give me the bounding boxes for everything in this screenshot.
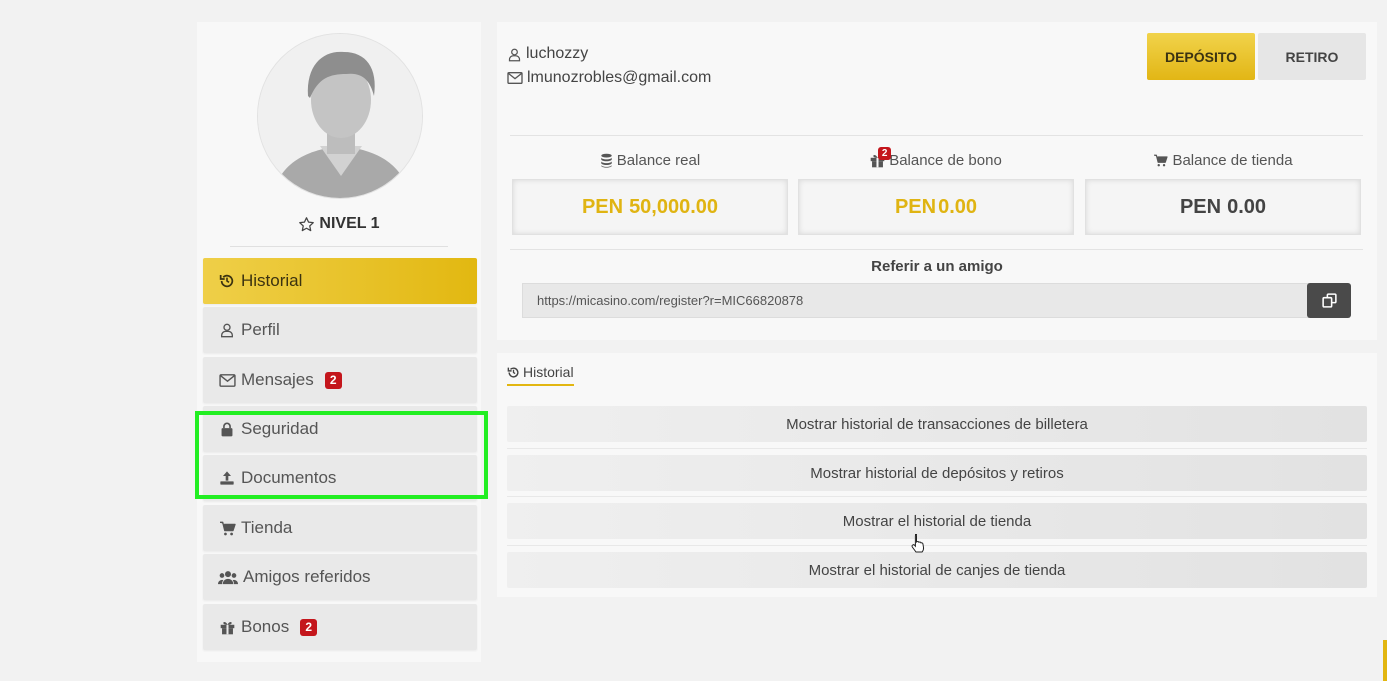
divider (507, 496, 1367, 497)
sidebar-item-label: Mensajes (241, 370, 314, 389)
balance-real-label: Balance real (512, 152, 788, 169)
upload-icon (218, 470, 236, 486)
amount: 0.00 (1227, 195, 1267, 218)
currency: PEN (581, 195, 624, 218)
account-summary-card: luchozzy lmunozrobles@gmail.com DEPÓSITO… (497, 22, 1377, 340)
copy-icon (1321, 292, 1338, 309)
divider (507, 545, 1367, 546)
hand-cursor-icon (910, 533, 926, 558)
sidebar-item-label: Historial (241, 271, 303, 290)
history-icon (218, 273, 236, 289)
envelope-icon (507, 71, 523, 85)
email-line: lmunozrobles@gmail.com (507, 69, 711, 87)
avatar (257, 33, 423, 199)
sidebar-item-label: Perfil (241, 320, 280, 339)
deposit-button[interactable]: DEPÓSITO (1147, 33, 1255, 80)
edge-accent (1383, 640, 1387, 681)
history-card: Historial Mostrar historial de transacci… (497, 353, 1377, 597)
referral-link-input[interactable] (522, 283, 1309, 318)
sidebar-item-label: Bonos (241, 617, 290, 636)
email: lmunozrobles@gmail.com (527, 69, 712, 86)
profile-sidebar: NIVEL 1 Historial Perfil Mensajes 2 Segu… (197, 22, 481, 662)
sidebar-item-tienda[interactable]: Tienda (203, 505, 477, 551)
level-indicator: NIVEL 1 (197, 215, 481, 233)
balance-bonus-text: Balance de bono (889, 152, 1002, 169)
balance-store-value: PEN 0.00 (1085, 179, 1361, 235)
level-label: NIVEL 1 (319, 215, 380, 232)
users-icon (218, 570, 238, 585)
sidebar-item-amigos-referidos[interactable]: Amigos referidos (203, 554, 477, 600)
username-line: luchozzy (507, 45, 588, 63)
divider (507, 448, 1367, 449)
amount: 50,000.00 (629, 195, 719, 218)
sidebar-item-label: Tienda (241, 518, 293, 537)
balance-bonus-value: PEN 0.00 (798, 179, 1074, 235)
username: luchozzy (526, 45, 589, 62)
unread-badge: 2 (324, 371, 342, 389)
sidebar-item-perfil[interactable]: Perfil (203, 307, 477, 353)
sidebar-item-documentos[interactable]: Documentos (203, 455, 477, 501)
tab-historial[interactable]: Historial (507, 364, 574, 386)
copy-link-button[interactable] (1307, 283, 1351, 318)
balance-bonus-label: 2 Balance de bono (798, 147, 1074, 169)
show-deposits-withdrawals-button[interactable]: Mostrar historial de depósitos y retiros (507, 455, 1367, 491)
show-store-redemptions-button[interactable]: Mostrar el historial de canjes de tienda (507, 552, 1367, 588)
gift-icon: 2 (870, 147, 892, 168)
bonus-badge: 2 (300, 618, 318, 636)
balance-store-label: Balance de tienda (1085, 152, 1361, 169)
tab-label: Historial (523, 364, 574, 380)
divider (510, 249, 1363, 250)
balance-store-text: Balance de tienda (1172, 152, 1293, 169)
coins-icon (600, 153, 613, 168)
lock-icon (218, 422, 236, 437)
divider (230, 246, 448, 247)
balance-real-text: Balance real (616, 152, 701, 169)
sidebar-item-label: Documentos (241, 468, 337, 487)
cart-icon (1153, 154, 1169, 167)
gift-icon (218, 620, 236, 635)
user-icon (507, 47, 522, 62)
sidebar-item-historial[interactable]: Historial (203, 258, 477, 304)
withdraw-button[interactable]: RETIRO (1258, 33, 1366, 80)
user-icon (218, 322, 236, 338)
currency: PEN (1179, 195, 1222, 218)
sidebar-item-bonos[interactable]: Bonos 2 (203, 604, 477, 650)
amount: 0.00 (938, 195, 978, 218)
currency: PEN (894, 195, 937, 218)
show-store-history-button[interactable]: Mostrar el historial de tienda (507, 503, 1367, 539)
sidebar-item-seguridad[interactable]: Seguridad (203, 406, 477, 452)
cart-icon (218, 521, 236, 536)
sidebar-item-label: Amigos referidos (243, 567, 371, 586)
envelope-icon (218, 373, 236, 388)
bonus-count-badge: 2 (878, 147, 892, 160)
balance-real-value: PEN 50,000.00 (512, 179, 788, 235)
sidebar-item-mensajes[interactable]: Mensajes 2 (203, 357, 477, 403)
referral-title: Referir a un amigo (871, 258, 1003, 275)
divider (510, 135, 1363, 136)
history-icon (507, 366, 520, 379)
sidebar-item-label: Seguridad (241, 419, 319, 438)
star-icon (298, 216, 315, 233)
show-wallet-transactions-button[interactable]: Mostrar historial de transacciones de bi… (507, 406, 1367, 442)
